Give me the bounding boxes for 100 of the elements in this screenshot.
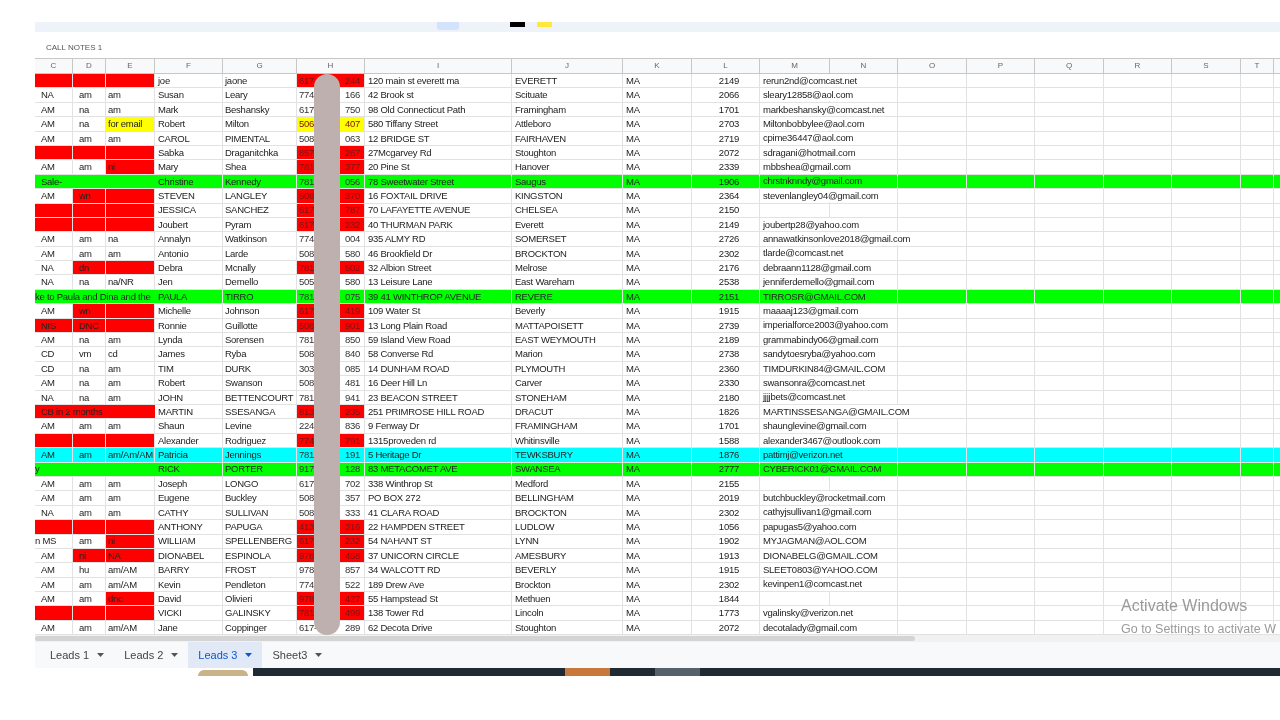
table-cell: LYNN bbox=[512, 534, 623, 548]
phone-fragment: 978 bbox=[299, 565, 315, 575]
phone-fragment: 458 bbox=[344, 550, 360, 561]
table-cell: vm bbox=[73, 347, 106, 361]
table-cell: CHELSEA bbox=[512, 203, 623, 217]
table-cell: NA bbox=[35, 390, 73, 404]
scrollbar-thumb[interactable] bbox=[35, 636, 915, 642]
table-cell: 22 HAMPDEN STREET bbox=[365, 520, 512, 534]
sheet-tab[interactable]: Leads 3 bbox=[188, 642, 263, 669]
phone-fragment: 377 bbox=[344, 162, 360, 172]
table-cell: AM bbox=[35, 333, 73, 347]
table-cell: Debra bbox=[155, 261, 223, 275]
table-cell: MA bbox=[623, 462, 692, 476]
column-header[interactable]: N bbox=[860, 60, 867, 72]
table-cell: am bbox=[73, 620, 106, 635]
phone-fragment: 781 bbox=[299, 263, 315, 273]
table-cell: TIRRO bbox=[223, 289, 297, 304]
phone-fragment: 481 bbox=[344, 378, 360, 388]
table-cell: Jane bbox=[155, 620, 223, 635]
table-cell-text: y bbox=[35, 462, 41, 476]
table-cell: am bbox=[106, 491, 155, 505]
table-cell: Scituate bbox=[512, 88, 623, 102]
phone-fragment: 191 bbox=[344, 450, 360, 460]
notice-title: Activate Windows bbox=[1121, 596, 1249, 616]
table-cell: MA bbox=[623, 203, 692, 217]
table-cell: Leary bbox=[223, 88, 297, 102]
table-cell: WILLIAM bbox=[155, 534, 223, 548]
table-cell: DURK bbox=[223, 361, 297, 376]
column-header[interactable]: I bbox=[436, 60, 440, 72]
color-swatch[interactable] bbox=[537, 22, 552, 27]
sheet-tab[interactable]: Leads 2 bbox=[114, 642, 189, 669]
table-cell: MA bbox=[623, 145, 692, 160]
taskbar-item[interactable] bbox=[565, 668, 610, 677]
table-cell: TIM bbox=[155, 361, 223, 376]
table-cell: DRACUT bbox=[512, 405, 623, 419]
column-header[interactable]: F bbox=[186, 60, 191, 72]
table-cell: dnc bbox=[106, 592, 155, 606]
table-cell: 12 BRIDGE ST bbox=[365, 131, 512, 145]
phone-fragment: 774 bbox=[299, 579, 315, 590]
table-cell: Jen bbox=[155, 275, 223, 289]
column-header[interactable]: S bbox=[1203, 60, 1209, 72]
table-cell: 34 WALCOTT RD bbox=[365, 563, 512, 577]
table-cell: MA bbox=[623, 160, 692, 174]
table-cell: na bbox=[73, 333, 106, 347]
table-cell: 37 UNICORN CIRCLE bbox=[365, 548, 512, 563]
phone-fragment: 235 bbox=[344, 406, 360, 417]
column-header[interactable]: P bbox=[997, 60, 1004, 72]
table-cell: MA bbox=[623, 117, 692, 131]
column-header[interactable]: O bbox=[928, 60, 936, 72]
phone-fragment: 244 bbox=[344, 75, 360, 86]
table-cell: MA bbox=[623, 534, 692, 548]
table-cell: vgalinsky@verizon.net bbox=[760, 606, 855, 620]
table-cell: 62 Decota Drive bbox=[365, 620, 512, 635]
phone-fragment: 774 bbox=[299, 90, 315, 100]
sheet-tab[interactable]: Leads 1 bbox=[40, 642, 115, 669]
column-header[interactable]: J bbox=[565, 60, 569, 72]
table-cell: CATHY bbox=[155, 505, 223, 520]
phone-fragment: 781 bbox=[299, 291, 315, 302]
table-cell: wn bbox=[73, 189, 106, 203]
column-header[interactable]: D bbox=[86, 60, 92, 72]
table-cell: NA bbox=[35, 88, 73, 102]
column-header[interactable]: E bbox=[127, 60, 133, 72]
table-cell: Beshansky bbox=[223, 102, 297, 117]
column-header[interactable]: R bbox=[1134, 60, 1141, 72]
table-cell: MA bbox=[623, 577, 692, 592]
column-header[interactable]: K bbox=[654, 60, 660, 72]
column-header[interactable]: L bbox=[723, 60, 728, 72]
table-cell: AM bbox=[35, 476, 73, 491]
color-swatch[interactable] bbox=[510, 22, 525, 27]
phone-fragment: 413 bbox=[299, 522, 315, 532]
table-cell: na bbox=[73, 376, 106, 390]
table-cell: PAULA bbox=[155, 289, 223, 304]
phone-fragment: 508 bbox=[299, 507, 315, 518]
taskbar-item[interactable] bbox=[655, 668, 700, 677]
column-header[interactable]: M bbox=[791, 60, 798, 72]
table-cell: 42 Brook st bbox=[365, 88, 512, 102]
phone-fragment: 781 bbox=[299, 176, 315, 187]
column-header[interactable]: Q bbox=[1065, 60, 1073, 72]
table-cell: cd bbox=[106, 347, 155, 361]
table-cell: MA bbox=[623, 232, 692, 246]
column-header[interactable]: T bbox=[1254, 60, 1260, 72]
table-cell: MA bbox=[623, 448, 692, 462]
table-cell: 46 Brookfield Dr bbox=[365, 246, 512, 261]
table-cell: 83 METACOMET AVE bbox=[365, 462, 512, 476]
table-cell: DIONABEL bbox=[155, 548, 223, 563]
table-cell: MA bbox=[623, 620, 692, 635]
table-cell: MA bbox=[623, 318, 692, 333]
toolbar-button[interactable] bbox=[437, 22, 459, 30]
table-cell: MA bbox=[623, 246, 692, 261]
table-cell: MA bbox=[623, 592, 692, 606]
phone-fragment: 857 bbox=[344, 565, 360, 575]
sheet-tab[interactable]: Sheet3 bbox=[262, 642, 333, 669]
column-header[interactable]: H bbox=[327, 60, 334, 72]
table-cell: 13 Long Plain Road bbox=[365, 318, 512, 333]
column-header[interactable]: C bbox=[50, 60, 57, 72]
table-cell: MA bbox=[623, 261, 692, 275]
column-header[interactable]: G bbox=[256, 60, 263, 72]
phone-fragment: 617 bbox=[299, 75, 315, 86]
phone-fragment: 128 bbox=[344, 464, 360, 474]
phone-fragment: 781 bbox=[299, 450, 315, 460]
